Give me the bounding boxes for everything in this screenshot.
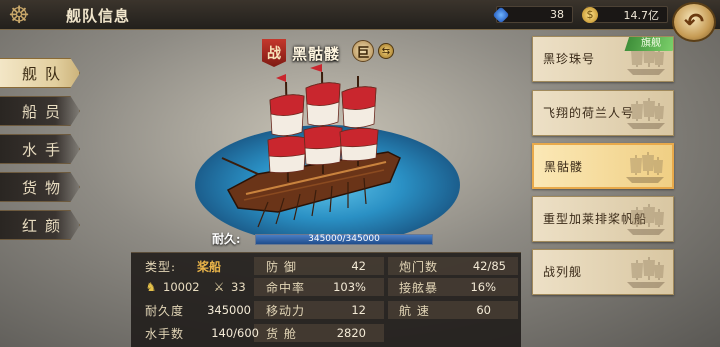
nav-item-fleet[interactable]: 舰队 — [0, 58, 80, 88]
hit-rate-value: 103% — [333, 280, 366, 294]
ship-thumbnail-icon — [626, 152, 664, 183]
ship-list-item-selected[interactable]: 黑骷髅 — [532, 143, 674, 189]
cargo-value: 2820 — [336, 326, 366, 340]
defense-label: 防 御 — [266, 259, 297, 274]
ship-thumbnail-icon — [627, 204, 665, 235]
back-button[interactable]: ↶ — [672, 2, 716, 42]
ship-list-item[interactable]: 飞翔的荷兰人号 — [532, 90, 674, 136]
nav-item-sailors[interactable]: 水手 — [0, 134, 80, 164]
gold-coin-icon: $ — [582, 6, 598, 23]
ship-size-badge: 巨 — [352, 40, 374, 62]
durability-stat-label: 耐久度 — [145, 303, 185, 318]
sailors-stat-label: 水手数 — [145, 326, 185, 341]
ship-list-item[interactable]: 黑珍珠号 旗舰 — [532, 36, 674, 82]
back-arrow-icon: ↶ — [683, 8, 705, 36]
nav-label: 船员 — [22, 102, 69, 121]
hit-rate-label: 命中率 — [266, 280, 306, 295]
ship-list-item[interactable]: 重型加莱排桨帆船 — [532, 196, 674, 242]
gold-value: 14.7亿 — [623, 8, 660, 22]
ship-list-item[interactable]: 战列舰 — [532, 249, 674, 295]
durability-label: 耐久: — [212, 232, 241, 246]
ship-list-name: 黑骷髅 — [544, 160, 584, 174]
crossed-swords-icon: ⚔ — [213, 280, 225, 294]
ship-list-name: 飞翔的荷兰人号 — [543, 106, 635, 120]
type-value: 桨船 — [197, 259, 222, 274]
gem-value: 38 — [550, 8, 564, 21]
galley-ship-illustration — [221, 64, 401, 228]
cargo-label: 货 舱 — [266, 326, 297, 341]
gold-counter[interactable]: $ 14.7亿 — [582, 6, 668, 23]
durability-bar: 345000/345000 — [255, 234, 433, 245]
boarding-value: 16% — [470, 280, 496, 294]
type-label: 类型: — [145, 259, 177, 274]
nav-label: 红颜 — [22, 216, 69, 235]
durability-stat-value: 345000 — [207, 303, 251, 317]
ship-name: 黑骷髅 — [292, 45, 341, 63]
boarding-label: 接舷暴 — [399, 280, 439, 295]
speed-label: 航 速 — [399, 303, 430, 318]
nav-item-cargo[interactable]: 货物 — [0, 172, 80, 202]
cannon-value: 42/85 — [472, 259, 506, 273]
sailors-stat-value: 140/600 — [211, 326, 259, 340]
cannon-label: 炮门数 — [399, 259, 439, 274]
ship-thumbnail-icon — [627, 257, 665, 288]
nav-item-crew[interactable]: 船员 — [0, 96, 80, 126]
nav-label: 货物 — [22, 178, 69, 197]
swap-icon: ⇆ — [381, 45, 391, 57]
flagship-badge: 旗舰 — [624, 37, 673, 51]
durability-text: 345000/345000 — [308, 234, 380, 244]
movement-value: 12 — [351, 303, 366, 317]
flagship-badge-label: 旗舰 — [641, 38, 661, 49]
ship-wheel-icon: ☸ — [8, 1, 30, 29]
nav-label: 水手 — [22, 140, 69, 159]
power-icon: ♞ — [145, 280, 157, 294]
page-title: 舰队信息 — [66, 7, 131, 25]
top-bar: ☸ 舰队信息 38 $ 14.7亿 — [0, 0, 720, 30]
ship-list-name: 黑珍珠号 — [543, 52, 596, 66]
ship-list-name: 战列舰 — [543, 265, 583, 279]
ship-stats-panel: 类型: 桨船 ♞ 10002 ⚔ 33 耐久度 345000 水手数 140/6… — [131, 252, 521, 347]
movement-label: 移动力 — [266, 303, 306, 318]
attack-stat: ⚔ 33 — [211, 278, 246, 296]
ship-thumbnail-icon — [627, 98, 665, 129]
power-stat: ♞ 10002 — [143, 278, 200, 296]
gem-counter[interactable]: 38 — [492, 6, 573, 23]
defense-value: 42 — [351, 259, 366, 273]
speed-value: 60 — [476, 303, 491, 317]
nav-item-companions[interactable]: 红颜 — [0, 210, 80, 240]
nav-label: 舰队 — [22, 64, 69, 83]
attack-value: 33 — [231, 280, 246, 294]
power-value: 10002 — [163, 280, 200, 294]
swap-ship-button[interactable]: ⇆ — [378, 43, 394, 59]
